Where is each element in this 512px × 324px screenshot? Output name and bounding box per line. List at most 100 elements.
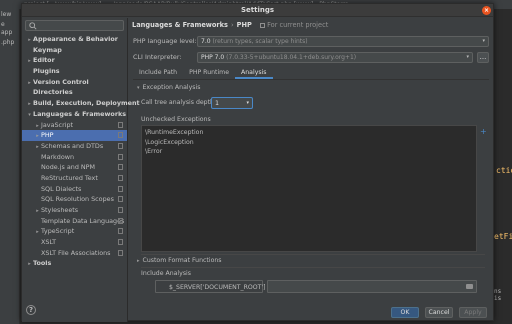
sidebar-item[interactable]: ▸ Tools xyxy=(22,258,127,269)
sidebar-item-label: SQL Dialects xyxy=(41,184,82,193)
ide-left-item: app xyxy=(1,29,13,36)
document-root-input[interactable] xyxy=(267,280,477,293)
sidebar-item-label: Directories xyxy=(33,88,73,97)
language-level-select[interactable]: 7.0 (return types, scalar type hints) ▾ xyxy=(197,36,489,47)
language-level-value: 7.0 xyxy=(201,38,211,45)
sidebar-item[interactable]: ▸ TypeScript xyxy=(22,226,127,237)
project-scope-icon xyxy=(118,228,123,235)
sidebar-item[interactable]: ▸ Appearance & Behavior xyxy=(22,34,127,45)
sidebar-item[interactable]: ▸ Build, Execution, Deployment xyxy=(22,98,139,109)
sidebar-item-label: Markdown xyxy=(41,152,75,161)
tab-php-runtime[interactable]: PHP Runtime xyxy=(183,67,235,79)
help-icon[interactable]: ? xyxy=(26,305,36,315)
sidebar-item[interactable]: Markdown xyxy=(22,152,127,163)
sidebar-item[interactable]: Template Data Languages xyxy=(22,216,127,227)
cli-interpreter-hint: (7.0.33-5+ubuntu18.04.1+deb.sury.org+1) xyxy=(226,54,357,61)
ide-left-item: .php xyxy=(1,39,15,46)
sidebar-item-label: TypeScript xyxy=(41,227,75,236)
list-item[interactable]: \RuntimeException xyxy=(142,128,476,138)
sidebar-item-label: Tools xyxy=(33,259,52,268)
sidebar-item-label: JavaScript xyxy=(41,120,74,129)
section-divider xyxy=(141,254,485,255)
list-item[interactable]: \Error xyxy=(142,147,476,157)
project-scope-icon xyxy=(260,22,266,28)
cli-interpreter-select[interactable]: PHP 7.0 (7.0.33-5+ubuntu18.04.1+deb.sury… xyxy=(197,52,473,63)
ide-project-panel: lew e app .php xyxy=(0,9,20,324)
chevron-right-icon: ▸ xyxy=(137,258,140,264)
settings-search-input[interactable] xyxy=(25,20,124,31)
language-level-label: PHP language level: xyxy=(133,37,197,45)
document-root-label: $_SERVER['DOCUMENT_ROOT'] xyxy=(169,284,266,291)
language-level-hint: (return types, scalar type hints) xyxy=(212,38,308,45)
project-scope-icon xyxy=(118,153,123,160)
cli-interpreter-label: CLI Interpreter: xyxy=(133,53,182,61)
chevron-down-icon: ▾ xyxy=(137,85,140,91)
project-scope-icon xyxy=(118,121,123,128)
sidebar-item-label: Appearance & Behavior xyxy=(33,35,118,43)
sidebar-item[interactable]: XSLT File Associations xyxy=(22,248,127,259)
custom-format-functions-label: Custom Format Functions xyxy=(142,257,222,264)
tab-include-path[interactable]: Include Path xyxy=(133,67,183,79)
sidebar-item-label: Editor xyxy=(33,56,55,65)
ide-code-snippet: ction xyxy=(496,166,512,175)
project-scope-icon xyxy=(118,142,123,149)
sidebar-item-label: PHP xyxy=(41,131,54,140)
sidebar-item[interactable]: ▾ Languages & Frameworks xyxy=(22,109,127,120)
exception-analysis-toggle[interactable]: ▾ Exception Analysis xyxy=(137,84,200,91)
project-scope-icon xyxy=(118,207,123,213)
add-exception-icon[interactable]: + xyxy=(480,128,487,136)
folder-icon[interactable] xyxy=(466,284,473,289)
apply-button[interactable]: Apply xyxy=(459,307,487,318)
unchecked-exceptions-list[interactable]: \RuntimeException \LogicException \Error xyxy=(141,125,477,252)
cli-interpreter-browse-button[interactable]: ... xyxy=(477,52,489,63)
sidebar-item[interactable]: ▸ Version Control xyxy=(22,77,127,88)
sidebar-item-label: SQL Resolution Scopes xyxy=(41,195,114,204)
cancel-button[interactable]: Cancel xyxy=(425,307,453,318)
tab-analysis[interactable]: Analysis xyxy=(235,67,273,79)
settings-content: Languages & Frameworks › PHP For current p… xyxy=(129,18,493,322)
sidebar-item[interactable]: ▸ Editor xyxy=(22,55,127,66)
dialog-buttons: OK Cancel Apply xyxy=(391,307,487,318)
sidebar-item-label: Schemas and DTDs xyxy=(41,141,104,150)
sidebar-item[interactable]: ▸ PHP xyxy=(22,130,127,141)
project-scope-icon xyxy=(118,249,123,256)
ide-code-snippet: ns is xyxy=(494,288,502,302)
sidebar-item-label: Keymap xyxy=(33,45,62,54)
sidebar-item[interactable]: ▸ Stylesheets xyxy=(22,205,127,216)
close-button[interactable]: × xyxy=(482,6,491,15)
chevron-right-icon[interactable]: ▸ xyxy=(26,259,33,270)
chevron-down-icon: ▾ xyxy=(246,100,249,106)
sidebar-item[interactable]: Node.js and NPM xyxy=(22,162,127,173)
dialog-title-bar: Settings × xyxy=(22,4,493,17)
custom-format-functions-toggle[interactable]: ▸ Custom Format Functions xyxy=(137,257,222,264)
depth-select[interactable]: 1 ▾ xyxy=(211,97,253,109)
ok-button[interactable]: OK xyxy=(391,307,419,318)
project-scope-icon xyxy=(118,174,123,181)
ide-left-item: lew xyxy=(1,11,12,18)
sidebar-item[interactable]: XSLT xyxy=(22,237,127,248)
sidebar-item-label: Template Data Languages xyxy=(41,216,125,225)
list-item[interactable]: \LogicException xyxy=(142,138,476,148)
settings-tree: ▸ Appearance & Behavior Keymap ▸ Editor Plugi… xyxy=(22,34,140,269)
sidebar-item[interactable]: ▸ JavaScript xyxy=(22,120,127,131)
sidebar-item[interactable]: Directories xyxy=(22,87,127,98)
project-scope-icon xyxy=(118,185,123,192)
sidebar-item[interactable]: ▸ Schemas and DTDs xyxy=(22,141,127,152)
project-scope-icon xyxy=(118,132,123,139)
sidebar-item-label: Languages & Frameworks xyxy=(33,109,127,118)
sidebar-item[interactable]: ReStructured Text xyxy=(22,173,127,184)
chevron-down-icon: ▾ xyxy=(482,38,485,44)
project-scope-icon xyxy=(118,164,123,171)
sidebar-item[interactable]: Plugins xyxy=(22,66,127,77)
depth-value: 1 xyxy=(215,99,220,107)
close-icon: × xyxy=(483,7,490,14)
sidebar-item-label: Build, Execution, Deployment xyxy=(33,99,140,108)
cli-interpreter-value: PHP 7.0 xyxy=(201,54,225,61)
sidebar-item[interactable]: SQL Dialects xyxy=(22,184,127,195)
breadcrumb-separator: › xyxy=(230,21,234,29)
sidebar-item[interactable]: SQL Resolution Scopes xyxy=(22,194,127,205)
sidebar-item-label: ReStructured Text xyxy=(41,173,98,182)
sidebar-item[interactable]: Keymap xyxy=(22,45,127,56)
depth-label: Call tree analysis depth: xyxy=(141,99,217,106)
settings-dialog: Settings × ▸ Appearance & Behavior Keymap ▸… xyxy=(21,3,494,322)
